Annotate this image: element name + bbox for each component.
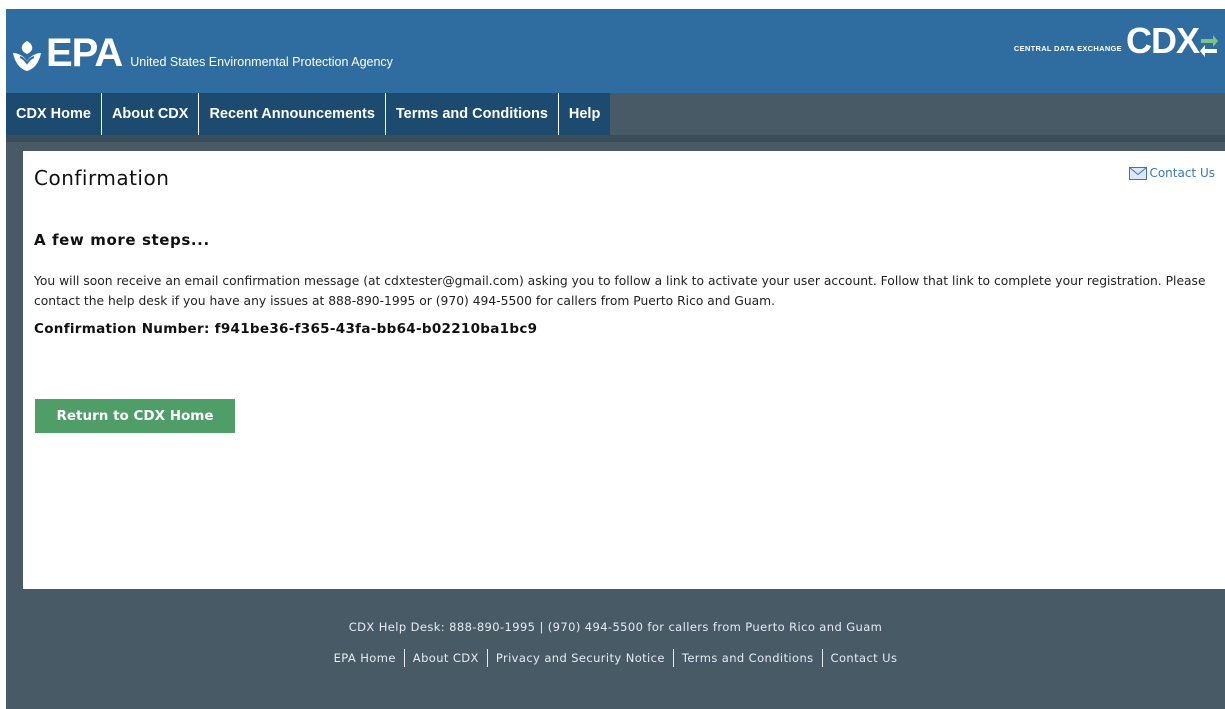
footer-link-terms-conditions[interactable]: Terms and Conditions	[674, 651, 822, 665]
nav-item-cdx-home[interactable]: CDX Home	[6, 93, 102, 135]
main-content: Confirmation Contact Us A few more steps…	[23, 151, 1225, 589]
epa-logo-text: EPA	[46, 31, 123, 75]
nav-item-terms-and-conditions[interactable]: Terms and Conditions	[385, 93, 559, 135]
cdx-logo[interactable]: CENTRAL DATA EXCHANGE CDX	[1014, 23, 1219, 59]
page-title: Confirmation	[34, 166, 170, 190]
footer-link-privacy-security[interactable]: Privacy and Security Notice	[488, 651, 673, 665]
epa-logo[interactable]: EPA United States Environmental Protecti…	[10, 23, 393, 73]
confirmation-number-line: Confirmation Number: f941be36-f365-43fa-…	[34, 321, 537, 337]
confirmation-message: You will soon receive an email confirmat…	[34, 274, 1206, 308]
footer-helpdesk: CDX Help Desk: 888-890-1995 | (970) 494-…	[348, 620, 883, 634]
main-nav: CDX Home About CDX Recent Announcements …	[6, 93, 611, 135]
exchange-arrows-icon	[1200, 35, 1218, 57]
nav-divider	[6, 135, 1225, 142]
footer-link-contact-us[interactable]: Contact Us	[823, 651, 906, 665]
epa-flower-icon	[13, 41, 41, 71]
contact-us-link[interactable]: Contact Us	[1129, 166, 1215, 180]
cdx-logo-text: CDX	[1125, 20, 1200, 61]
cdx-app: EPA United States Environmental Protecti…	[6, 9, 1225, 709]
footer-links: EPA Home About CDX Privacy and Security …	[6, 649, 1225, 667]
envelope-icon	[1129, 166, 1148, 180]
nav-item-recent-announcements[interactable]: Recent Announcements	[199, 93, 386, 135]
footer-link-epa-home[interactable]: EPA Home	[326, 651, 404, 665]
nav-item-help[interactable]: Help	[558, 93, 611, 135]
confirmation-number-value: f941be36-f365-43fa-bb64-b02210ba1bc9	[214, 321, 538, 337]
steps-heading: A few more steps...	[34, 231, 210, 249]
return-to-cdx-home-button[interactable]: Return to CDX Home	[35, 399, 235, 433]
site-header: EPA United States Environmental Protecti…	[6, 9, 1225, 93]
nav-item-about-cdx[interactable]: About CDX	[101, 93, 200, 135]
confirmation-number-label: Confirmation Number:	[34, 321, 210, 337]
agency-name: United States Environmental Protection A…	[130, 55, 393, 69]
footer-link-about-cdx[interactable]: About CDX	[405, 651, 487, 665]
contact-us-label: Contact Us	[1149, 166, 1215, 180]
cdx-subtitle: CENTRAL DATA EXCHANGE	[1013, 44, 1122, 53]
